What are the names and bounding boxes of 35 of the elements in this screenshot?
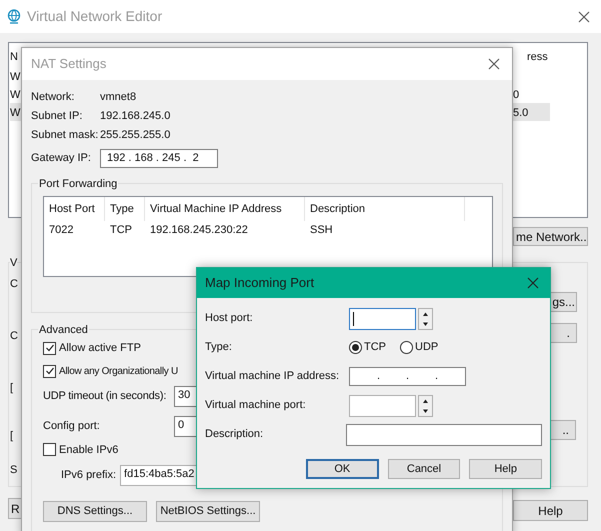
field-label: IPv6 prefix: <box>61 468 116 483</box>
label-fragment: [ <box>10 429 14 444</box>
label-fragment: C <box>10 329 18 344</box>
table-cell-text: 192.168.245.230:22 <box>149 222 249 238</box>
label-fragment: S <box>10 463 18 478</box>
field-label: Config port: <box>43 419 101 434</box>
window-title: Map Incoming Port <box>205 274 314 292</box>
field-label: Network: <box>31 90 76 106</box>
field-label: Virtual machine port: <box>205 398 307 414</box>
field-label: UDP timeout (in seconds): <box>43 389 168 404</box>
field-label: Type: <box>205 340 233 356</box>
table-cell-text: W <box>10 88 20 103</box>
table-cell-text: TCP <box>109 222 133 238</box>
window-title: NAT Settings <box>31 55 106 74</box>
field-value: vmnet8 <box>100 90 136 106</box>
table-cell-text: 5.0 <box>513 106 528 121</box>
column-header: N <box>10 50 18 65</box>
table-cell-text: W <box>10 70 20 85</box>
field-label: Description: <box>205 427 264 442</box>
label-fragment: C <box>10 277 18 292</box>
table-cell-text: W <box>10 106 20 121</box>
table-cell-text: SSH <box>309 222 334 238</box>
window-title: Virtual Network Editor <box>27 7 162 26</box>
group-label: Port Forwarding <box>38 176 118 192</box>
field-label: Virtual machine IP address: <box>205 369 340 384</box>
field-value: 255.255.255.0 <box>100 128 170 144</box>
field-value: 192.168.245.0 <box>100 109 170 124</box>
field-label: Gateway IP: <box>31 151 92 166</box>
field-label: Subnet IP: <box>31 109 84 124</box>
field-label: Host port: <box>205 311 254 326</box>
column-header: ress <box>527 50 548 65</box>
label-fragment: [ <box>10 381 14 396</box>
field-label: Subnet mask: <box>31 128 100 144</box>
table-cell-text: 7022 <box>48 222 74 238</box>
table-cell-text: 0 <box>513 88 520 103</box>
